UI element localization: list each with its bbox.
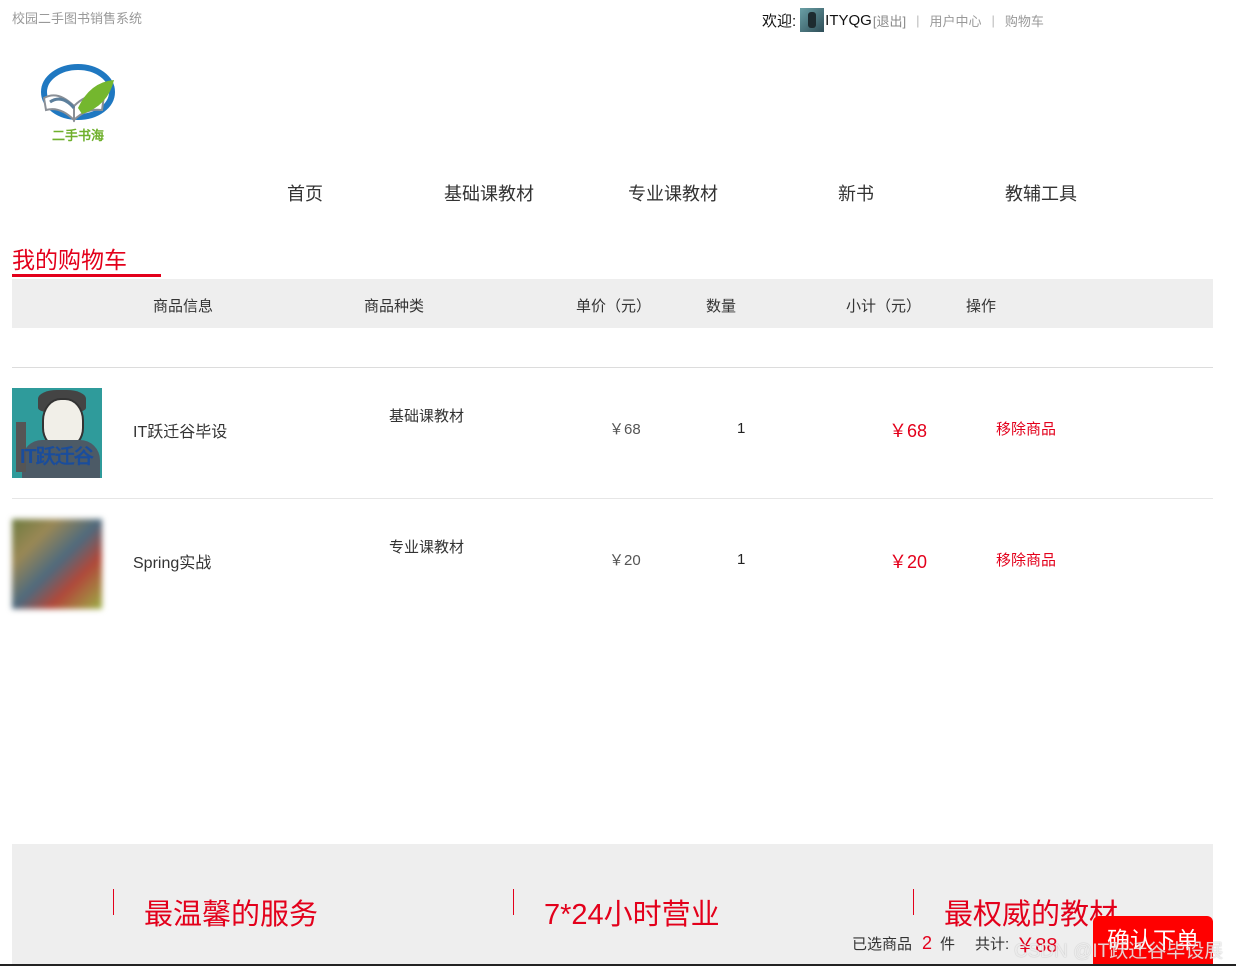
nav-item-new-books[interactable]: 新书 [838,180,874,206]
nav-item-major-textbooks[interactable]: 专业课教材 [628,180,718,206]
nav-item-basic-textbooks[interactable]: 基础课教材 [444,180,534,206]
main-nav: 首页 基础课教材 专业课教材 新书 教辅工具 [0,180,1236,204]
thumbnail-text: IT跃迁谷 [20,446,94,468]
product-name[interactable]: Spring实战 [133,549,211,573]
column-header-action: 操作 [966,298,997,315]
remove-item-button[interactable]: 移除商品 [996,418,1056,439]
product-price: ￥20 [609,552,641,569]
divider [12,498,1213,499]
table-row: Spring实战 专业课教材 ￥20 1 ￥20 移除商品 [12,517,1213,637]
column-header-subtotal: 小计（元） [846,298,922,315]
product-quantity[interactable]: 1 [737,420,745,437]
page-title: 我的购物车 [12,247,127,273]
selected-label: 已选商品 [852,935,913,953]
column-header-quantity: 数量 [706,298,737,315]
product-subtotal: ￥68 [889,421,928,441]
column-header-info: 商品信息 [153,298,214,315]
feature-text: 最权威的教材 [944,899,1119,931]
username[interactable]: ITYQG [825,12,872,29]
welcome-label: 欢迎: [762,12,797,30]
selected-count: 2 [922,932,933,953]
top-user-bar: 欢迎: ITYQG [退出] | 用户中心 | 购物车 [762,8,1044,32]
product-subtotal: ￥20 [889,552,928,572]
feature-text: 7*24小时营业 [544,899,720,931]
site-logo[interactable]: 二手书海 [38,62,118,146]
table-row: IT跃迁谷 IT跃迁谷毕设 基础课教材 ￥68 1 ￥68 移除商品 [12,388,1213,508]
feature-divider [113,889,114,915]
cart-table-header: 商品信息 商品种类 单价（元） 数量 小计（元） 操作 [12,279,1213,328]
feature-text: 最温馨的服务 [144,899,319,931]
total-label: 共计: [975,935,1010,953]
product-category: 基础课教材 [389,408,465,425]
column-header-price: 单价（元） [576,298,652,315]
nav-item-home[interactable]: 首页 [287,180,323,206]
user-center-link[interactable]: 用户中心 [929,11,981,30]
watermark: CSDN @IT跃迁谷毕设展 [1014,941,1224,962]
feature-divider [513,889,514,915]
remove-item-button[interactable]: 移除商品 [996,549,1056,570]
logout-link[interactable]: [退出] [873,11,906,30]
product-name[interactable]: IT跃迁谷毕设 [133,418,227,442]
divider: | [991,12,995,28]
nav-item-study-tools[interactable]: 教辅工具 [1005,180,1077,206]
product-thumbnail[interactable] [12,519,102,609]
product-price: ￥68 [609,421,641,438]
book-leaf-logo-icon: 二手书海 [41,64,115,143]
cart-link[interactable]: 购物车 [1005,11,1044,30]
feature-divider [913,889,914,915]
product-category: 专业课教材 [389,539,465,556]
title-underline [12,274,161,277]
user-avatar[interactable] [800,8,825,32]
column-header-category: 商品种类 [364,298,425,315]
logo-text: 二手书海 [52,128,104,143]
divider [12,367,1213,368]
selected-unit: 件 [940,935,956,953]
product-thumbnail[interactable]: IT跃迁谷 [12,388,102,478]
site-name: 校园二手图书销售系统 [12,11,143,26]
product-quantity[interactable]: 1 [737,551,745,568]
divider: | [916,12,920,28]
